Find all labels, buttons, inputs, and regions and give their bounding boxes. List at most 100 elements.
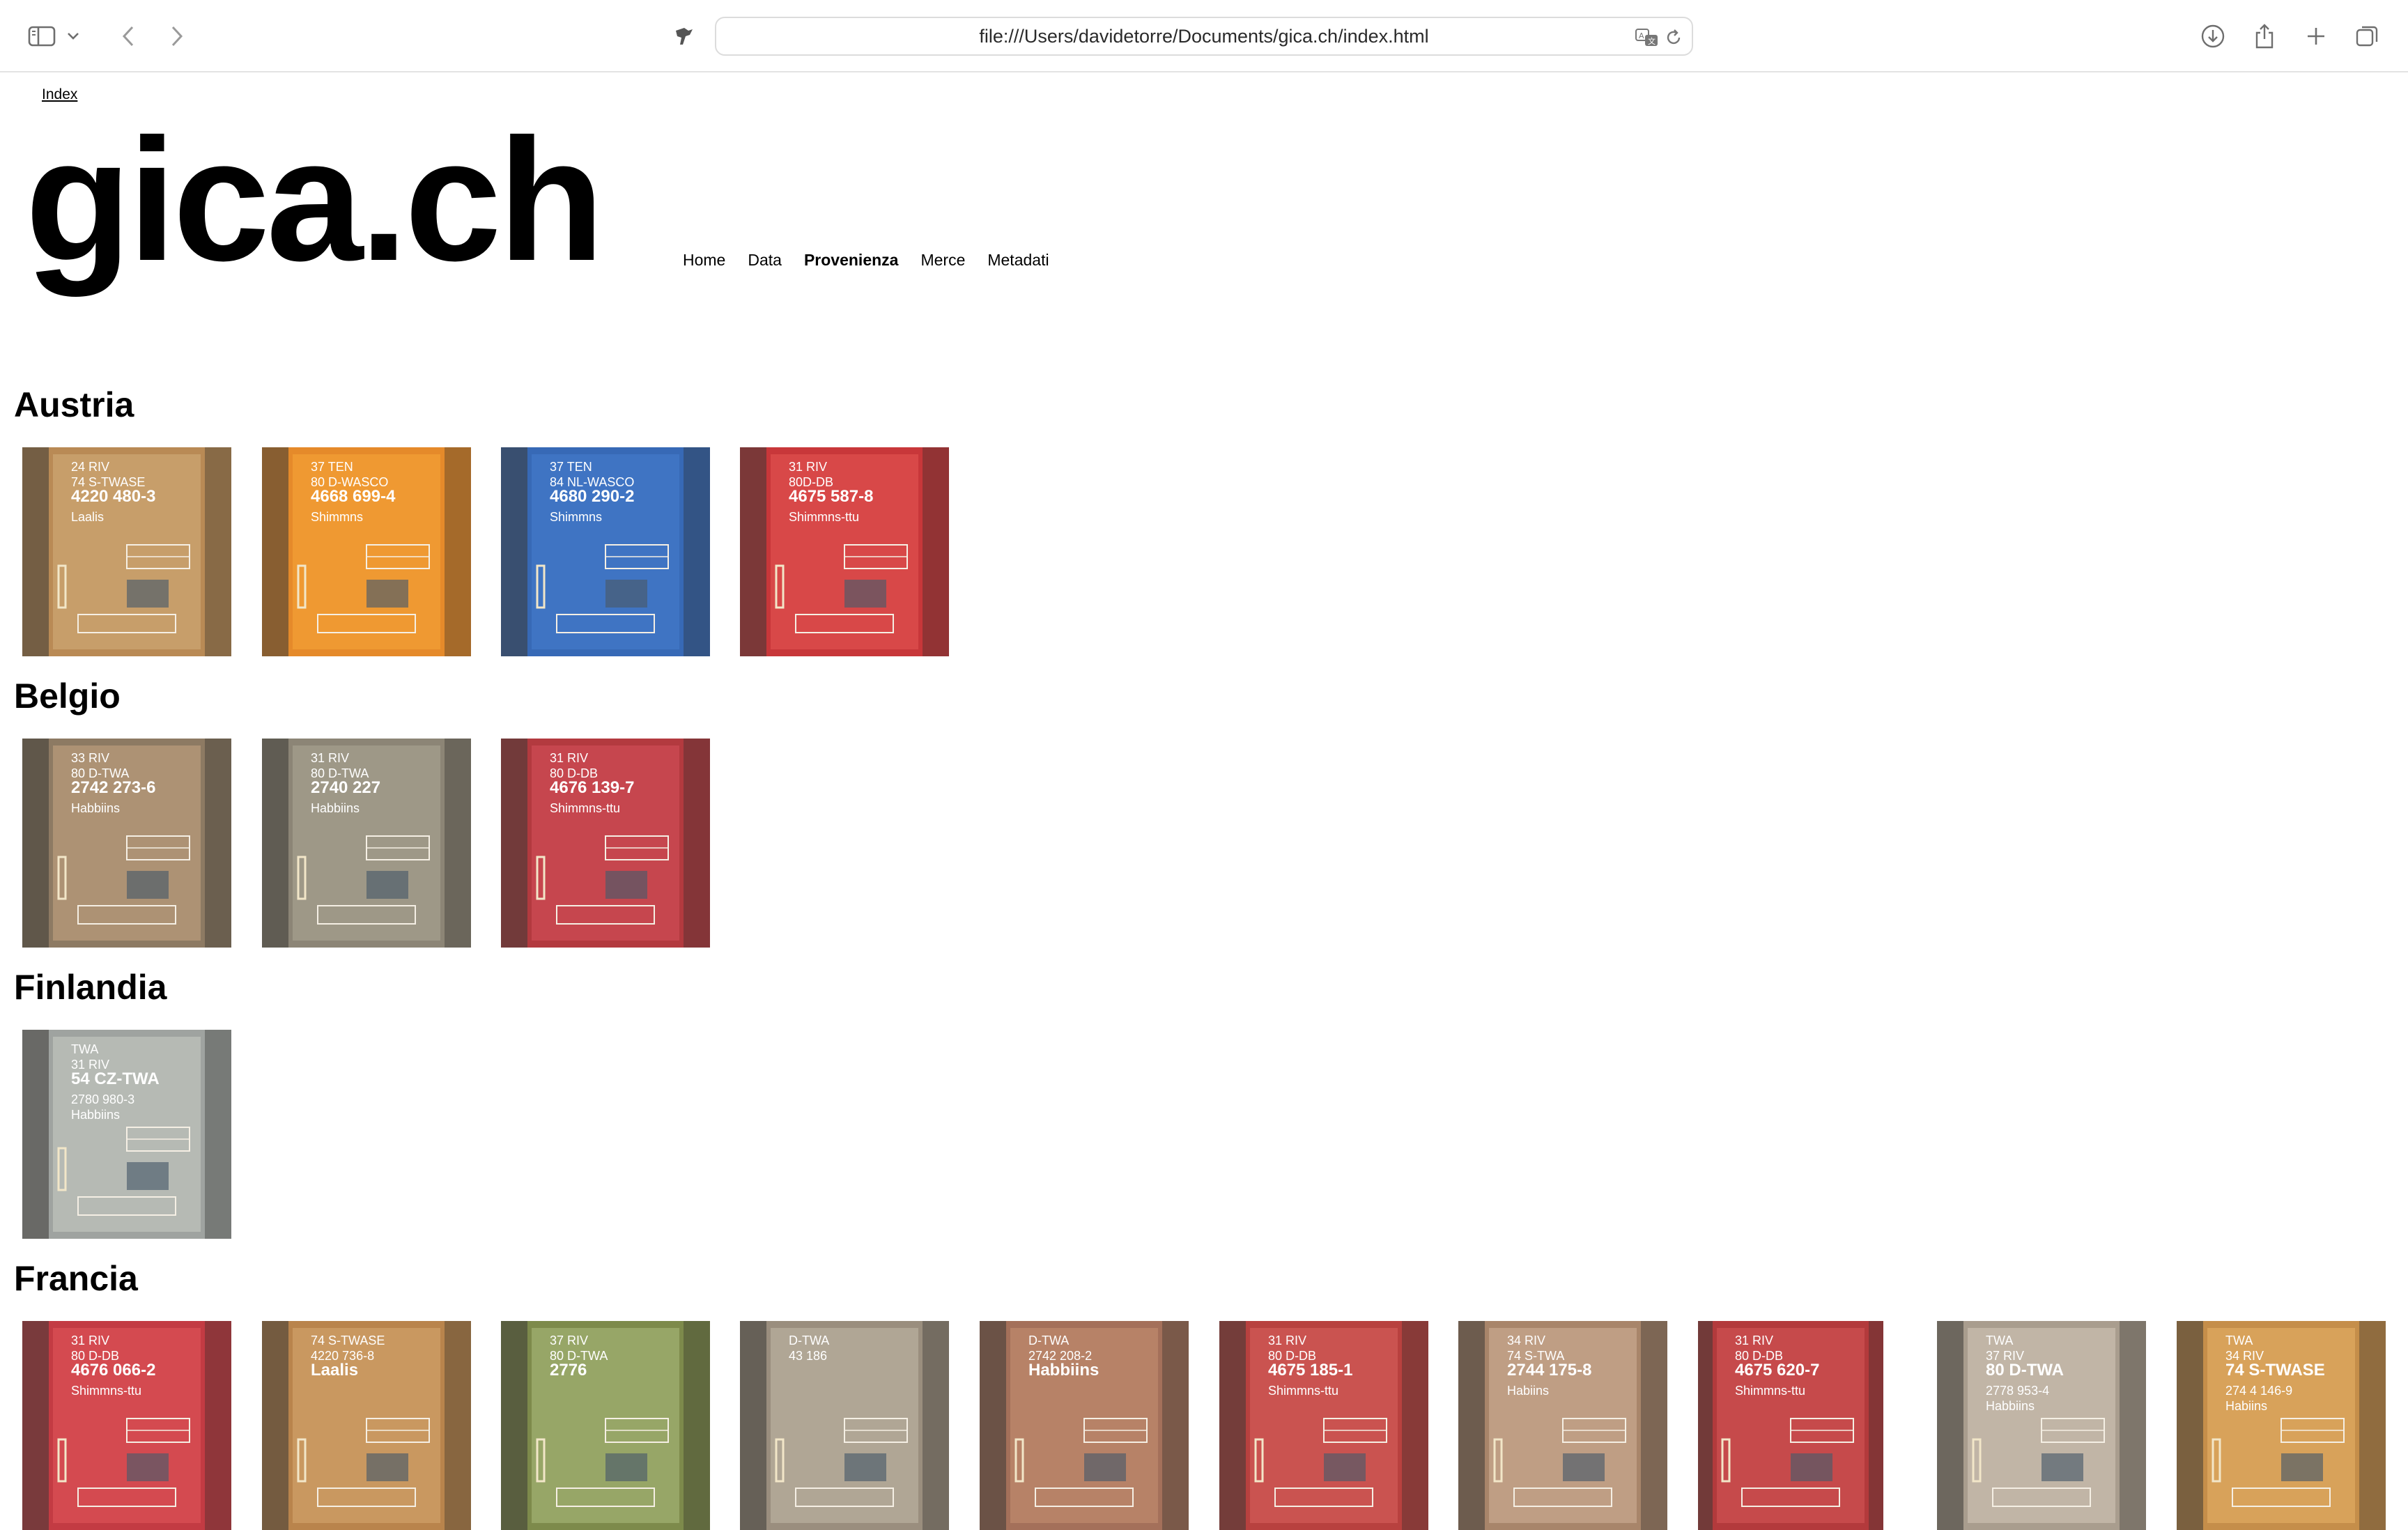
wagon-photo-thumbnail[interactable]: 31 RIV 80 D-TWA 2740 227 Habbiins [262, 739, 471, 948]
wagon-photo: 31 RIV80D-DB4675 587-8Shimmns-ttu [740, 447, 949, 656]
chevron-down-icon[interactable] [63, 18, 84, 54]
wagon-photo-thumbnail[interactable]: 31 RIV 80 D-DB 4676 066-2 Shimmns-ttu [22, 1321, 231, 1530]
reload-icon[interactable] [1661, 25, 1686, 50]
wagon-photo-thumbnail[interactable]: 74 S-TWASE 4220 736-8 Laalis [262, 1321, 471, 1530]
translate-icon[interactable]: A文 [1635, 25, 1660, 50]
wagon-photo-thumbnail[interactable]: 37 TEN 80 D-WASCO 4668 699-4 Shimmns [262, 447, 471, 656]
site-title: gica.ch [25, 102, 604, 297]
extension-icon[interactable] [666, 18, 702, 54]
section-title-finlandia: Finlandia [14, 968, 167, 1007]
main-nav: Home Data Provenienza Merce Metadati [683, 251, 1072, 270]
section-title-austria: Austria [14, 385, 134, 424]
wagon-stencil-text: 4676 066-2 [71, 1361, 155, 1380]
wagon-stencil-text: 2778 953-4 [1986, 1384, 2049, 1398]
wagon-stencil-text: Shimmns [550, 510, 602, 524]
wagon-stencil-text: 37 RIV [550, 1334, 588, 1347]
wagon-photo-thumbnail[interactable]: TWA 37 RIV 80 D-TWA 2778 953-4 Habbiins [1937, 1321, 2146, 1530]
wagon-stencil-text: Laalis [71, 510, 104, 524]
wagon-photo-thumbnail[interactable]: 24 RIV 74 S-TWASE 4220 480-3 Laalis [22, 447, 231, 656]
wagon-stencil-text: 43 186 [789, 1349, 827, 1363]
wagon-stencil-text: Shimmns-ttu [789, 510, 859, 524]
nav-home[interactable]: Home [683, 251, 725, 270]
wagon-stencil-text: Shimmns-ttu [1268, 1384, 1338, 1398]
wagon-stencil-text: TWA [2225, 1334, 2253, 1347]
wagon-stencil-text: Habbiins [71, 1108, 120, 1122]
wagon-photo: 24 RIV74 S-TWASE4220 480-3Laalis [22, 447, 231, 656]
wagon-stencil-text: Habbiins [71, 801, 120, 815]
wagon-stencil-text: 31 RIV [1268, 1334, 1306, 1347]
wagon-photo: 31 RIV80 D-DB4676 066-2Shimmns-ttu [22, 1321, 231, 1530]
sidebar-icon[interactable] [24, 18, 60, 54]
wagon-stencil-text: 4676 139-7 [550, 778, 634, 797]
nav-data[interactable]: Data [748, 251, 782, 270]
wagon-photo: TWA31 RIV54 CZ-TWA2780 980-3Habbiins [22, 1030, 231, 1239]
wagon-stencil-text: 4668 699-4 [311, 487, 396, 506]
wagon-stencil-text: D-TWA [1028, 1334, 1069, 1347]
wagon-stencil-text: 24 RIV [71, 460, 109, 474]
wagon-stencil-text: Shimmns-ttu [550, 801, 620, 815]
wagon-photo: 31 RIV80 D-TWA2740 227Habbiins [262, 739, 471, 948]
wagon-stencil-text: Habbiins [311, 801, 360, 815]
share-icon[interactable] [2246, 18, 2283, 54]
wagon-stencil-text: 2740 227 [311, 778, 380, 797]
wagon-stencil-text: D-TWA [789, 1334, 829, 1347]
wagon-photo-thumbnail[interactable]: D-TWA 43 186 [740, 1321, 949, 1530]
nav-provenienza[interactable]: Provenienza [804, 251, 899, 270]
wagon-stencil-text: Habbiins [1028, 1361, 1099, 1380]
svg-text:文: 文 [1648, 36, 1656, 46]
wagon-stencil-text: TWA [1986, 1334, 2013, 1347]
wagon-photo: 31 RIV80 D-DB4675 620-7Shimmns-ttu [1698, 1321, 1883, 1530]
wagon-stencil-text: 33 RIV [71, 751, 109, 765]
new-tab-icon[interactable] [2298, 18, 2334, 54]
url-text[interactable]: file:///Users/davidetorre/Documents/gica… [716, 18, 1692, 54]
wagon-photo: TWA37 RIV80 D-TWA2778 953-4Habbiins [1937, 1321, 2146, 1530]
wagon-stencil-text: 4220 480-3 [71, 487, 155, 506]
svg-text:A: A [1639, 31, 1644, 40]
wagon-photo-thumbnail[interactable]: 37 RIV 80 D-TWA 2776 [501, 1321, 710, 1530]
wagon-photo: 74 S-TWASE4220 736-8Laalis [262, 1321, 471, 1530]
wagon-photo-thumbnail[interactable]: TWA 31 RIV 54 CZ-TWA 2780 980-3 Habbiins [22, 1030, 231, 1239]
wagon-stencil-text: 74 S-TWASE [2225, 1361, 2325, 1380]
wagon-photo: TWA34 RIV74 S-TWASE274 4 146-9Habiins [2177, 1321, 2386, 1530]
wagon-photo: D-TWA 43 186 [740, 1321, 949, 1530]
wagon-photo-thumbnail[interactable]: 34 RIV 74 S-TWA 2744 175-8 Habiins [1458, 1321, 1667, 1530]
wagon-stencil-text: TWA [71, 1042, 98, 1056]
wagon-photo: 37 TEN84 NL-WASCO4680 290-2Shimmns [501, 447, 710, 656]
wagon-photo: D-TWA2742 208-2Habbiins [980, 1321, 1189, 1530]
wagon-stencil-text: 37 TEN [550, 460, 592, 474]
wagon-photo-thumbnail[interactable]: 33 RIV 80 D-TWA 2742 273-6 Habbiins [22, 739, 231, 948]
wagon-photo: 31 RIV80 D-DB4675 185-1Shimmns-ttu [1219, 1321, 1428, 1530]
wagon-stencil-text: Habiins [2225, 1399, 2267, 1413]
wagon-stencil-text: 4680 290-2 [550, 487, 634, 506]
forward-icon[interactable] [159, 18, 195, 54]
wagon-stencil-text: 31 RIV [71, 1334, 109, 1347]
index-link[interactable]: Index [42, 86, 77, 103]
wagon-stencil-text: Laalis [311, 1361, 358, 1380]
wagon-stencil-text: 74 S-TWASE [311, 1334, 385, 1347]
wagon-stencil-text: Shimmns [311, 510, 363, 524]
address-bar[interactable]: file:///Users/davidetorre/Documents/gica… [715, 17, 1693, 56]
download-icon[interactable] [2195, 18, 2231, 54]
wagon-photo: 31 RIV80 D-DB4676 139-7Shimmns-ttu [501, 739, 710, 948]
wagon-stencil-text: 2742 273-6 [71, 778, 155, 797]
wagon-photo-thumbnail[interactable]: 31 RIV 80 D-DB 4675 185-1 Shimmns-ttu [1219, 1321, 1428, 1530]
back-icon[interactable] [110, 18, 146, 54]
nav-metadati[interactable]: Metadati [987, 251, 1049, 270]
wagon-stencil-text: 274 4 146-9 [2225, 1384, 2292, 1398]
wagon-stencil-text: 4675 620-7 [1735, 1361, 1819, 1380]
wagon-stencil-text: 2780 980-3 [71, 1092, 134, 1106]
wagon-stencil-text: 80 D-TWA [1986, 1361, 2064, 1380]
wagon-stencil-text: 31 RIV [1735, 1334, 1773, 1347]
wagon-photo-thumbnail[interactable]: 31 RIV 80 D-DB 4675 620-7 Shimmns-ttu [1698, 1321, 1883, 1530]
wagon-photo-thumbnail[interactable]: 31 RIV 80D-DB 4675 587-8 Shimmns-ttu [740, 447, 949, 656]
wagon-stencil-text: Shimmns-ttu [71, 1384, 141, 1398]
wagon-photo-thumbnail[interactable]: D-TWA 2742 208-2 Habbiins [980, 1321, 1189, 1530]
wagon-photo-thumbnail[interactable]: 31 RIV 80 D-DB 4676 139-7 Shimmns-ttu [501, 739, 710, 948]
wagon-photo-thumbnail[interactable]: TWA 34 RIV 74 S-TWASE 274 4 146-9 Habiins [2177, 1321, 2386, 1530]
wagon-stencil-text: 54 CZ-TWA [71, 1069, 160, 1088]
tab-overview-icon[interactable] [2349, 18, 2386, 54]
nav-merce[interactable]: Merce [920, 251, 965, 270]
wagon-photo: 33 RIV80 D-TWA2742 273-6Habbiins [22, 739, 231, 948]
wagon-photo-thumbnail[interactable]: 37 TEN 84 NL-WASCO 4680 290-2 Shimmns [501, 447, 710, 656]
wagon-stencil-text: 2776 [550, 1361, 587, 1380]
